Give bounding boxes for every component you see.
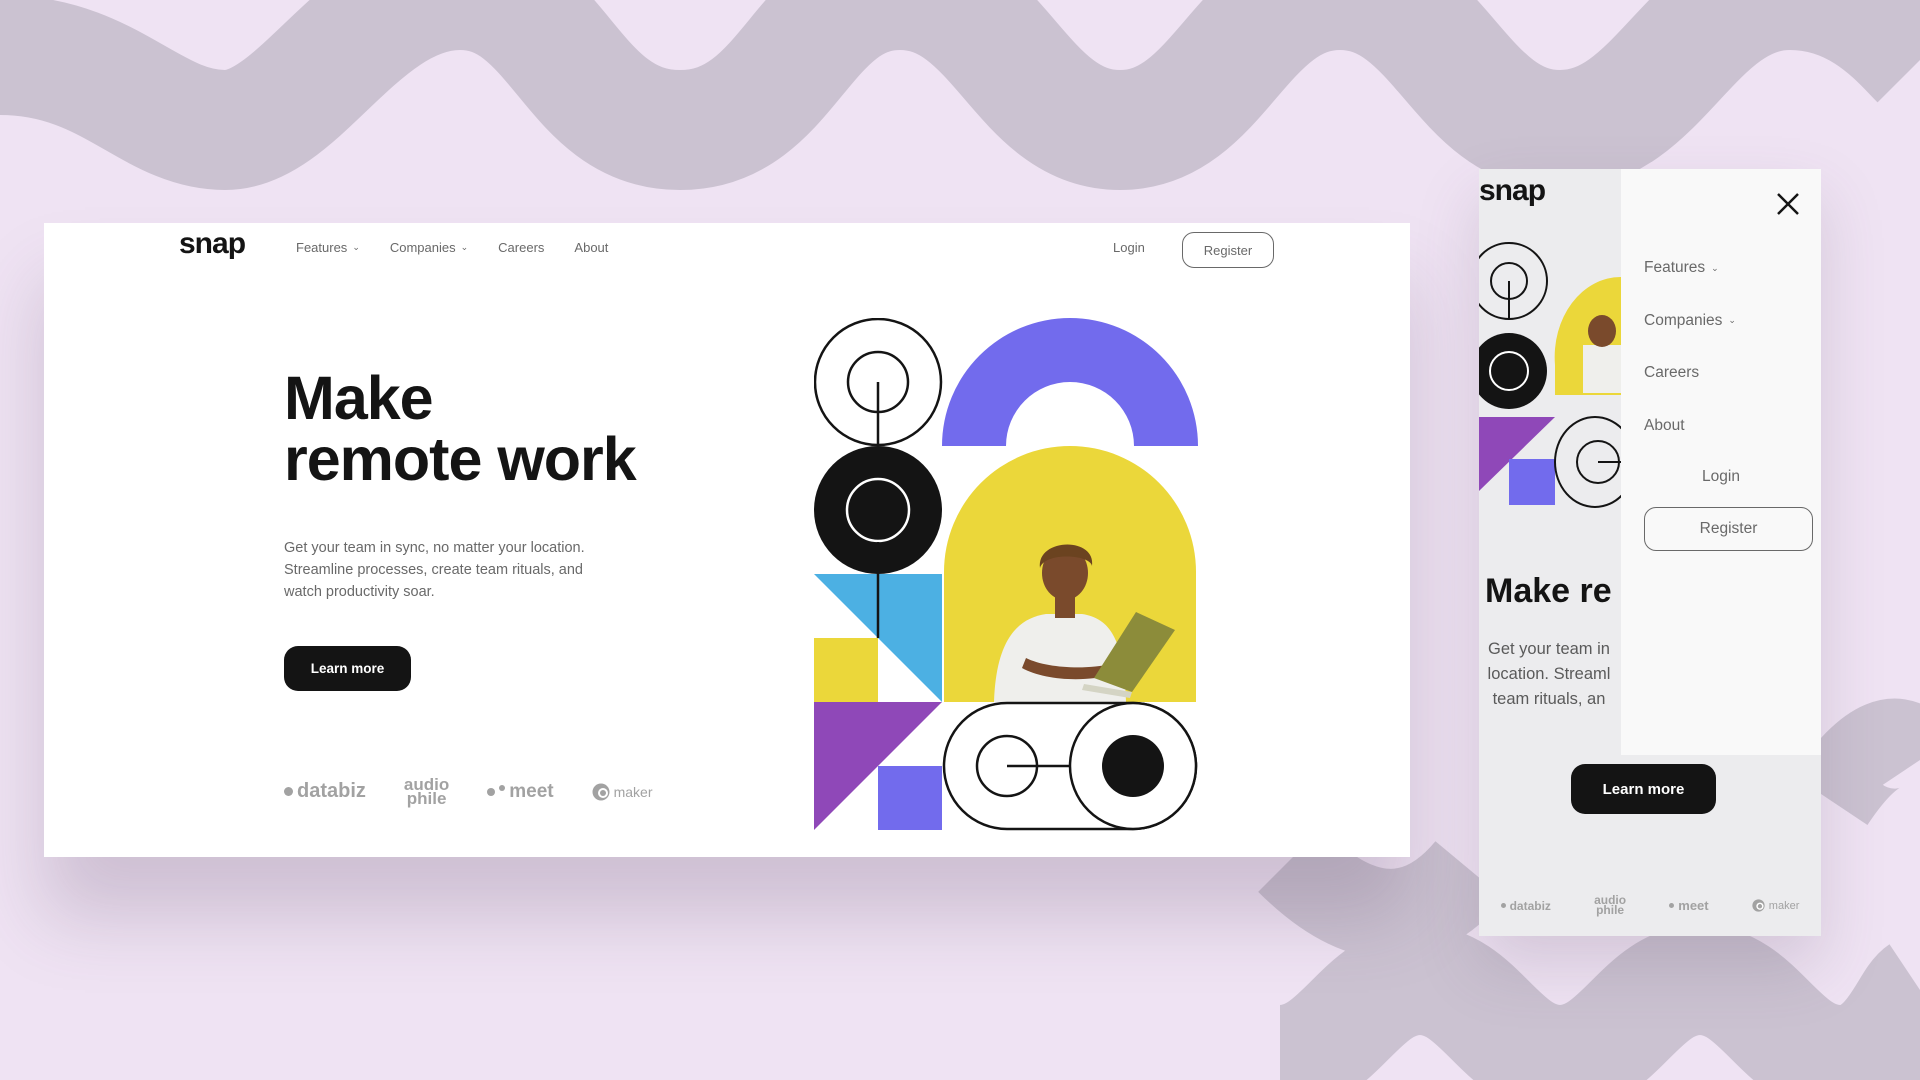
hero-subtitle-line-1: Get your team in sync, no matter your lo… [284,540,585,556]
mobile-hero-illustration [1479,242,1621,508]
nav-features[interactable]: Features ⌄ [296,240,360,255]
mobile-preview: snap Make re Get your team in location. … [1479,169,1821,936]
client-audiophile-bottom: phile [406,788,447,808]
chevron-down-icon: ⌄ [1711,262,1719,273]
client-meet-label: meet [509,780,554,802]
nav-careers[interactable]: Careers [498,240,544,255]
mobile-photo-person-head [1588,315,1616,347]
hero-illustration [814,318,1198,831]
mobile-client-databiz: databiz [1500,898,1551,913]
mobile-subtitle-line-1: Get your team in [1488,640,1610,658]
drawer-nav-features[interactable]: Features ⌄ [1644,257,1736,279]
databiz-dot-icon [284,787,293,797]
background-wave-bottom [1275,924,1920,1080]
mobile-client-maker: maker [1752,899,1800,912]
hero-photo [944,446,1196,702]
login-link[interactable]: Login [1113,240,1145,255]
desktop-preview: snap Features ⌄ Companies ⌄ Careers Abou… [44,223,1410,857]
client-audiophile-label: audio phile [404,776,449,808]
mobile-learn-more-button[interactable]: Learn more [1571,764,1716,814]
mobile-client-audiophile: audio phile [1594,894,1626,917]
mobile-subtitle-line-2: location. Streaml [1487,665,1611,683]
hero-subtitle: Get your team in sync, no matter your lo… [284,537,644,603]
hero-subtitle-line-2: Streamline processes, create team ritual… [284,562,583,578]
illustration-yellow-square [814,638,878,702]
mobile-client-meet: meet [1669,898,1709,914]
maker-logo-icon [592,783,610,801]
mobile-hero-title: Make re [1485,572,1612,610]
background-wave-top [0,0,1920,191]
mobile-illustration-ring [1479,242,1548,320]
mobile-client-audiophile-bottom: phile [1596,902,1625,917]
meet-dot-icon [1669,903,1675,909]
client-logos: databiz audio phile meet maker [284,776,653,808]
logo[interactable]: snap [179,227,246,261]
nav-about[interactable]: About [574,240,608,255]
mobile-photo-person [1583,345,1621,393]
hero-title-line-1: Make [284,364,434,432]
background-wave-right [1792,698,1920,826]
databiz-dot-icon [1500,903,1506,909]
mobile-client-databiz-label: databiz [1509,898,1551,913]
close-menu-button[interactable] [1771,187,1805,221]
drawer-login-link[interactable]: Login [1621,468,1821,486]
drawer-nav-companies-label: Companies [1644,311,1723,329]
drawer-nav: Features ⌄ Companies ⌄ Careers About [1644,257,1736,467]
mobile-client-audiophile-label: audio phile [1594,894,1626,917]
meet-dot-small-icon [499,784,506,791]
chevron-down-icon: ⌄ [352,242,360,252]
drawer-register-button[interactable]: Register [1644,507,1813,551]
chevron-down-icon: ⌄ [1728,315,1736,325]
client-audiophile: audio phile [404,776,449,808]
drawer-nav-features-label: Features [1644,259,1706,276]
maker-logo-icon [1752,899,1765,912]
mobile-hero-subtitle: Get your team in location. Streaml team … [1479,637,1619,712]
client-databiz-label: databiz [297,780,366,803]
illustration-purple-square [878,766,942,830]
mobile-nav-drawer: Features ⌄ Companies ⌄ Careers About Log… [1621,169,1821,755]
client-maker-label: maker [613,783,653,800]
nav-features-label: Features [296,240,348,255]
drawer-nav-careers[interactable]: Careers [1644,362,1736,384]
illustration-purple-arch [942,318,1198,446]
mobile-subtitle-line-3: team rituals, an [1492,690,1606,708]
mobile-client-logos: databiz audio phile meet maker [1479,894,1821,917]
mobile-client-maker-label: maker [1768,899,1800,912]
close-icon [1777,193,1799,215]
client-meet: meet [487,780,554,803]
background-wave-middle [1258,827,1505,959]
hero-title: Make remote work [284,368,724,490]
chevron-down-icon: ⌄ [460,242,469,252]
meet-dot-icon [487,787,496,796]
client-databiz: databiz [284,780,366,803]
client-maker: maker [592,783,653,801]
register-button[interactable]: Register [1182,232,1274,268]
illustration-pill-dot [1102,735,1164,797]
hero-title-line-2: remote work [284,425,637,493]
mobile-client-meet-label: meet [1678,898,1709,914]
main-nav: Features ⌄ Companies ⌄ Careers About [296,240,608,255]
hero-subtitle-line-3: watch productivity soar. [284,584,435,600]
learn-more-button[interactable]: Learn more [284,646,411,691]
drawer-nav-companies[interactable]: Companies ⌄ [1644,310,1736,332]
mobile-illustration-purple-square [1509,459,1555,505]
nav-companies-label: Companies [389,240,456,255]
drawer-nav-about[interactable]: About [1644,415,1736,437]
nav-companies[interactable]: Companies ⌄ [390,240,468,255]
